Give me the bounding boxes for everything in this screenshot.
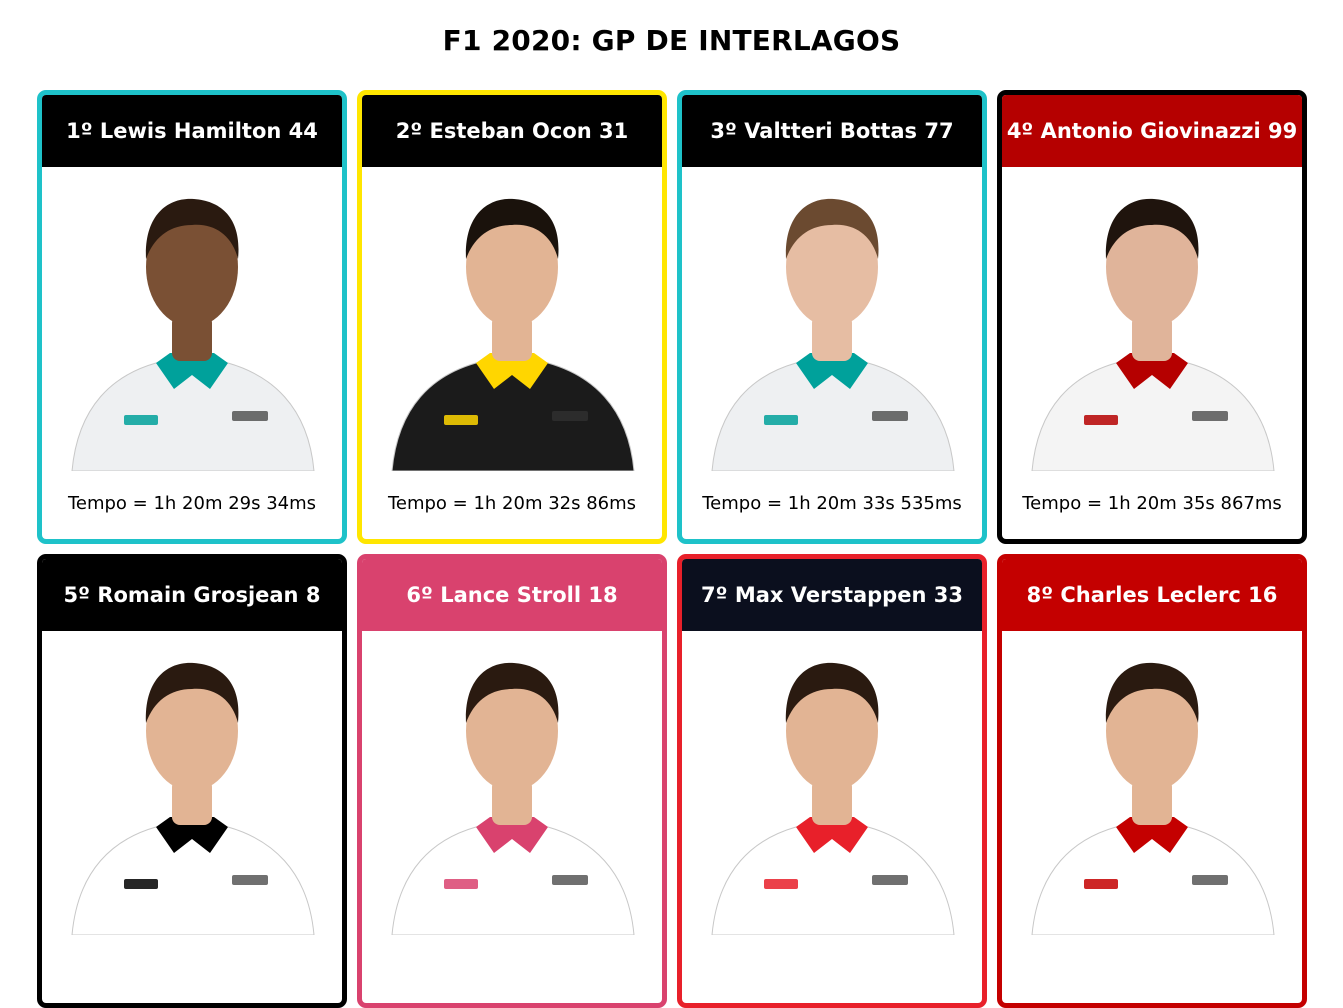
driver-card: 1º Lewis Hamilton 44 Tempo = 1h 20m 29s … <box>37 90 347 544</box>
driver-portrait <box>391 198 635 471</box>
driver-grid: 1º Lewis Hamilton 44 Tempo = 1h 20m 29s … <box>37 90 1307 1008</box>
race-suit <box>391 362 635 471</box>
sponsor-patch <box>1084 879 1118 889</box>
sponsor-patch <box>232 411 268 421</box>
sponsor-patch <box>124 879 158 889</box>
driver-name-header: 4º Antonio Giovinazzi 99 <box>1002 95 1302 167</box>
sponsor-patch <box>232 875 268 885</box>
driver-photo <box>384 175 640 471</box>
sponsor-patch <box>872 875 908 885</box>
driver-portrait <box>391 662 635 935</box>
sponsor-patch <box>1084 415 1118 425</box>
sponsor-patch <box>444 879 478 889</box>
driver-name-header: 7º Max Verstappen 33 <box>682 559 982 631</box>
race-suit <box>1031 826 1275 935</box>
sponsor-patch <box>1192 411 1228 421</box>
driver-card: 3º Valtteri Bottas 77 Tempo = 1h 20m 33s… <box>677 90 987 544</box>
sponsor-patch <box>764 879 798 889</box>
race-time: Tempo = 1h 20m 29s 34ms <box>67 493 317 514</box>
driver-card: 4º Antonio Giovinazzi 99 Tempo = 1h 20m … <box>997 90 1307 544</box>
race-suit <box>711 362 955 471</box>
sponsor-patch <box>764 415 798 425</box>
driver-name-header: 1º Lewis Hamilton 44 <box>42 95 342 167</box>
driver-card: 8º Charles Leclerc 16 <box>997 554 1307 1008</box>
race-time: Tempo = 1h 20m 35s 867ms <box>1022 493 1282 514</box>
sponsor-patch <box>124 415 158 425</box>
driver-portrait <box>711 198 955 471</box>
driver-name-header: 2º Esteban Ocon 31 <box>362 95 662 167</box>
race-suit <box>71 826 315 935</box>
driver-photo <box>64 639 320 935</box>
sponsor-patch <box>872 411 908 421</box>
driver-name-header: 3º Valtteri Bottas 77 <box>682 95 982 167</box>
driver-portrait <box>1031 662 1275 935</box>
driver-photo <box>1024 175 1280 471</box>
driver-photo <box>1024 639 1280 935</box>
race-time: Tempo = 1h 20m 32s 86ms <box>387 493 637 514</box>
driver-card: 2º Esteban Ocon 31 Tempo = 1h 20m 32s 86… <box>357 90 667 544</box>
driver-portrait <box>1031 198 1275 471</box>
race-suit <box>1031 362 1275 471</box>
driver-photo <box>64 175 320 471</box>
sponsor-patch <box>444 415 478 425</box>
driver-photo <box>384 639 640 935</box>
race-suit <box>711 826 955 935</box>
driver-name-header: 5º Romain Grosjean 8 <box>42 559 342 631</box>
race-time: Tempo = 1h 20m 33s 535ms <box>702 493 962 514</box>
driver-photo <box>704 175 960 471</box>
driver-portrait <box>71 662 315 935</box>
driver-card: 7º Max Verstappen 33 <box>677 554 987 1008</box>
race-suit <box>391 826 635 935</box>
driver-name-header: 8º Charles Leclerc 16 <box>1002 559 1302 631</box>
driver-photo <box>704 639 960 935</box>
driver-card: 5º Romain Grosjean 8 <box>37 554 347 1008</box>
sponsor-patch <box>552 875 588 885</box>
driver-card: 6º Lance Stroll 18 <box>357 554 667 1008</box>
sponsor-patch <box>1192 875 1228 885</box>
driver-name-header: 6º Lance Stroll 18 <box>362 559 662 631</box>
driver-portrait <box>71 198 315 471</box>
sponsor-patch <box>552 411 588 421</box>
driver-portrait <box>711 662 955 935</box>
race-suit <box>71 362 315 471</box>
page-title: F1 2020: GP DE INTERLAGOS <box>442 24 901 57</box>
